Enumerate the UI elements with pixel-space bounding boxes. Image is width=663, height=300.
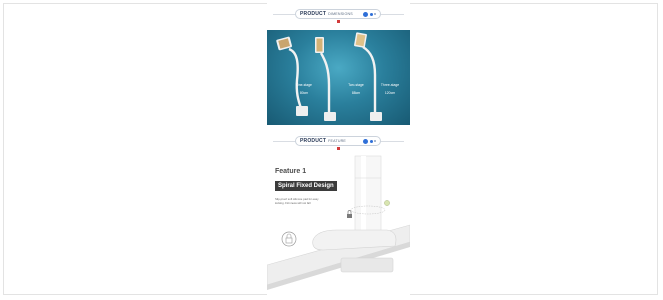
product-feature-header: PRODUCT FEATURE	[267, 134, 410, 150]
header-pill: PRODUCT DIMENSIONS	[295, 9, 381, 19]
dimensions-image: One-stage 80cm Two-stage 88cm Three-stag…	[267, 30, 410, 125]
feature-title: Feature 1	[275, 168, 307, 175]
stand-one-stage	[276, 36, 308, 116]
lock-circle-icon	[281, 231, 297, 247]
header-pill: PRODUCT FEATURE	[295, 136, 381, 146]
header-title: PRODUCT	[300, 138, 327, 144]
product-dimensions-header: PRODUCT DIMENSIONS	[267, 7, 410, 23]
header-dots-icon	[363, 11, 376, 17]
feature-badge: Spiral Fixed Design	[275, 181, 337, 191]
header-title: PRODUCT	[300, 11, 327, 17]
header-dots-icon	[363, 138, 376, 144]
stand-three-stage	[354, 32, 382, 121]
product-detail-column: PRODUCT DIMENSIONS One-stage 80cm Two-st…	[267, 0, 410, 300]
header-subtitle: FEATURE	[328, 139, 347, 143]
header-marker	[337, 20, 340, 23]
feature-description: Slip-proof soft silicone pad for easy lo…	[275, 197, 319, 205]
dimension-label-3: Three-stage 120cm	[380, 83, 400, 95]
lock-icon	[347, 210, 352, 218]
stand-two-stage	[315, 37, 336, 121]
dimension-label-1: One-stage 80cm	[296, 83, 312, 95]
stands-illustration	[276, 32, 382, 121]
header-subtitle: DIMENSIONS	[328, 12, 353, 16]
unlock-icon	[384, 200, 390, 206]
dimension-label-2: Two-stage 88cm	[348, 83, 364, 95]
